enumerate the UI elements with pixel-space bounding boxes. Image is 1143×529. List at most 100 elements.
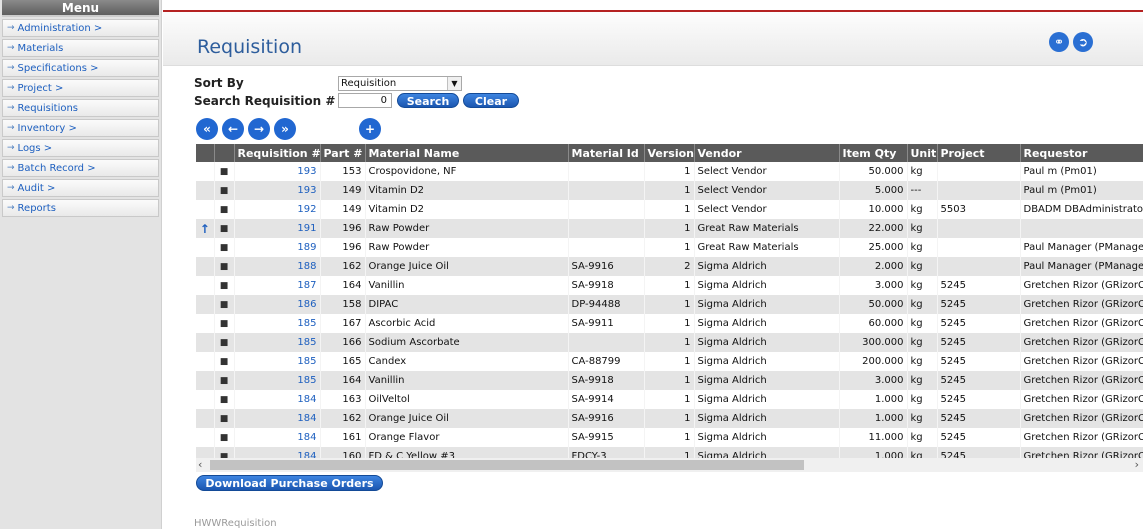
table-row[interactable]: ■ 188 162 Orange Juice Oil SA-9916 2 Sigma Ald…	[196, 257, 1143, 276]
table-row[interactable]: ■ 185 165 Candex CA-88799 1 Sigma Aldrich 200.0…	[196, 352, 1143, 371]
sidebar-item-label: Specifications >	[17, 62, 99, 74]
cell-vendor: Sigma Aldrich	[694, 390, 840, 409]
cell-req[interactable]: 185	[234, 333, 321, 352]
cell-req[interactable]: 185	[234, 371, 321, 390]
sort-by-select[interactable]: Requisition ▼	[338, 76, 462, 91]
document-icon[interactable]: ■	[214, 314, 235, 333]
sidebar-item-administration[interactable]: → Administration >	[2, 19, 159, 37]
cell-req[interactable]: 184	[234, 409, 321, 428]
document-icon[interactable]: ■	[214, 390, 235, 409]
table-row[interactable]: ■ 184 162 Orange Juice Oil SA-9916 1 Sigma Ald…	[196, 409, 1143, 428]
cell-req[interactable]: 192	[234, 200, 321, 219]
table-row[interactable]: ■ 187 164 Vanillin SA-9918 1 Sigma Aldrich 3.00…	[196, 276, 1143, 295]
sidebar-item-specifications[interactable]: → Specifications >	[2, 59, 159, 77]
cell-req[interactable]: 185	[234, 314, 321, 333]
cell-req[interactable]: 193	[234, 181, 321, 200]
cell-req[interactable]: 189	[234, 238, 321, 257]
cell-req[interactable]: 187	[234, 276, 321, 295]
sidebar-item-requisitions[interactable]: → Requisitions	[2, 99, 159, 117]
column-header[interactable]: Project	[937, 144, 1021, 162]
first-page-icon[interactable]: «	[196, 118, 218, 140]
document-icon[interactable]: ■	[214, 371, 235, 390]
table-row[interactable]: ■ 193 149 Vitamin D2 1 Select Vendor 5.000 --- P…	[196, 181, 1143, 200]
cell-req[interactable]: 184	[234, 390, 321, 409]
search-button[interactable]: Search	[397, 93, 459, 108]
horizontal-scrollbar[interactable]: ‹ ›	[196, 458, 1143, 472]
last-page-icon[interactable]: »	[274, 118, 296, 140]
column-header[interactable]	[196, 144, 215, 162]
column-header[interactable]: Unit	[907, 144, 938, 162]
cell-ver: 1	[644, 409, 695, 428]
table-row[interactable]: ■ 185 167 Ascorbic Acid SA-9911 1 Sigma Aldric…	[196, 314, 1143, 333]
column-header[interactable]: Item Qty	[839, 144, 908, 162]
document-icon[interactable]: ■	[214, 333, 235, 352]
document-icon[interactable]: ■	[214, 257, 235, 276]
previous-page-icon[interactable]: ←	[222, 118, 244, 140]
cell-ver: 1	[644, 162, 695, 181]
add-requisition-icon[interactable]: +	[359, 118, 381, 140]
table-row[interactable]: ■ 189 196 Raw Powder 1 Great Raw Materials 25.…	[196, 238, 1143, 257]
sidebar-item-materials[interactable]: → Materials	[2, 39, 159, 57]
sidebar-item-reports[interactable]: → Reports	[2, 199, 159, 217]
cell-requestor: Paul m (Pm01)	[1020, 181, 1143, 200]
scroll-left-icon[interactable]: ‹	[198, 458, 202, 471]
sidebar-item-batch-record[interactable]: → Batch Record >	[2, 159, 159, 177]
logout-icon[interactable]: ➲	[1073, 32, 1093, 52]
sidebar-item-project[interactable]: → Project >	[2, 79, 159, 97]
table-row[interactable]: ■ 185 166 Sodium Ascorbate 1 Sigma Aldrich 300…	[196, 333, 1143, 352]
column-header[interactable]: Requisition #	[234, 144, 321, 162]
sidebar-item-inventory[interactable]: → Inventory >	[2, 119, 159, 137]
scroll-right-icon[interactable]: ›	[1135, 458, 1139, 471]
column-header[interactable]: Material Name	[365, 144, 569, 162]
sidebar-item-audit[interactable]: → Audit >	[2, 179, 159, 197]
cell-req[interactable]: 184	[234, 428, 321, 447]
table-row[interactable]: ↑ ■ 191 196 Raw Powder 1 Great Raw Materials 22…	[196, 219, 1143, 238]
table-row[interactable]: ■ 193 153 Crospovidone, NF 1 Select Vendor 50.…	[196, 162, 1143, 181]
cell-requestor: Gretchen Rizor (GRizorC)	[1020, 295, 1143, 314]
document-icon[interactable]: ■	[214, 181, 235, 200]
document-icon[interactable]: ■	[214, 409, 235, 428]
document-icon[interactable]: ■	[214, 200, 235, 219]
cell-req[interactable]: 185	[234, 352, 321, 371]
cell-requestor: Gretchen Rizor (GRizorC)	[1020, 428, 1143, 447]
cell-project: 5245	[937, 295, 1021, 314]
next-page-icon[interactable]: →	[248, 118, 270, 140]
table-row[interactable]: ■ 185 164 Vanillin SA-9918 1 Sigma Aldrich 3.00…	[196, 371, 1143, 390]
column-header[interactable]: Vendor	[694, 144, 840, 162]
cell-mid	[568, 181, 645, 200]
cell-req[interactable]: 184	[234, 447, 321, 458]
table-row[interactable]: ■ 184 161 Orange Flavor SA-9915 1 Sigma Aldric…	[196, 428, 1143, 447]
document-icon[interactable]: ■	[214, 219, 235, 238]
cell-qty: 10.000	[839, 200, 908, 219]
cell-project	[937, 257, 1021, 276]
arrow-icon: →	[7, 143, 15, 153]
table-row[interactable]: ■ 184 160 FD & C Yellow #3 FDCY-3 1 Sigma Aldr…	[196, 447, 1143, 458]
document-icon[interactable]: ■	[214, 162, 235, 181]
column-header[interactable]: Requestor	[1020, 144, 1143, 162]
cell-name: Raw Powder	[365, 238, 569, 257]
table-row[interactable]: ■ 186 158 DIPAC DP-94488 1 Sigma Aldrich 50.000…	[196, 295, 1143, 314]
download-purchase-orders-button[interactable]: Download Purchase Orders	[196, 475, 383, 491]
document-icon[interactable]: ■	[214, 447, 235, 458]
column-header[interactable]: Version	[644, 144, 695, 162]
document-icon[interactable]: ■	[214, 238, 235, 257]
sidebar-item-label: Batch Record >	[17, 162, 96, 174]
clear-button[interactable]: Clear	[463, 93, 519, 108]
key-icon[interactable]: ⚭	[1049, 32, 1069, 52]
column-header[interactable]	[214, 144, 235, 162]
cell-req[interactable]: 193	[234, 162, 321, 181]
document-icon[interactable]: ■	[214, 276, 235, 295]
column-header[interactable]: Part #	[320, 144, 366, 162]
scrollbar-thumb[interactable]	[210, 460, 804, 470]
cell-req[interactable]: 186	[234, 295, 321, 314]
document-icon[interactable]: ■	[214, 428, 235, 447]
table-row[interactable]: ■ 184 163 OilVeltol SA-9914 1 Sigma Aldrich 1.0…	[196, 390, 1143, 409]
table-row[interactable]: ■ 192 149 Vitamin D2 1 Select Vendor 10.000 kg 5…	[196, 200, 1143, 219]
search-input[interactable]: 0	[338, 93, 392, 108]
document-icon[interactable]: ■	[214, 295, 235, 314]
cell-req[interactable]: 191	[234, 219, 321, 238]
sidebar-item-logs[interactable]: → Logs >	[2, 139, 159, 157]
document-icon[interactable]: ■	[214, 352, 235, 371]
column-header[interactable]: Material Id	[568, 144, 645, 162]
cell-req[interactable]: 188	[234, 257, 321, 276]
